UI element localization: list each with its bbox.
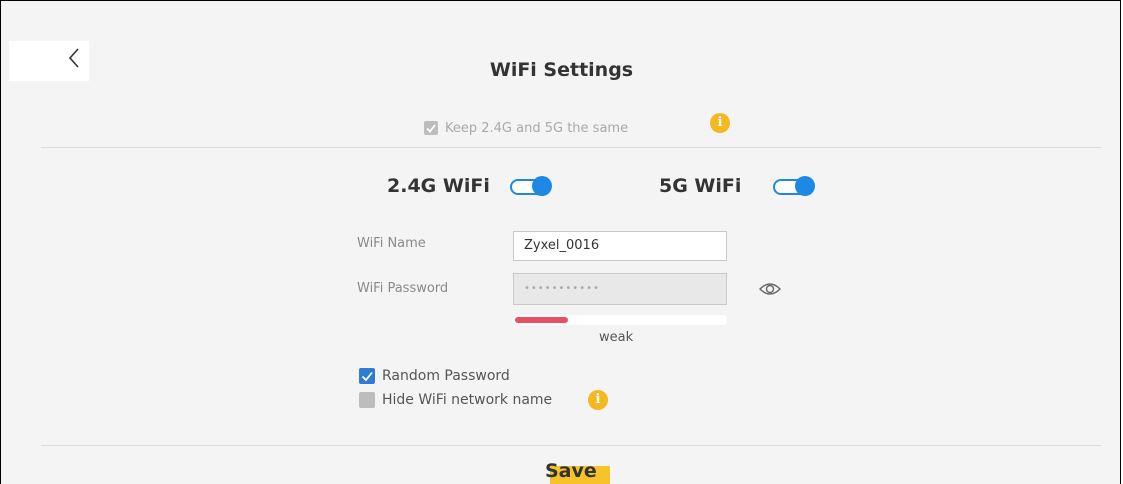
divider bbox=[41, 445, 1101, 446]
hide-network-name-label: Hide WiFi network name bbox=[382, 392, 553, 408]
wifi-password-label: WiFi Password bbox=[357, 281, 449, 296]
password-strength-bar bbox=[513, 315, 727, 325]
check-icon bbox=[361, 371, 373, 382]
eye-icon[interactable] bbox=[758, 279, 782, 299]
keep-same-label: Keep 2.4G and 5G the same bbox=[445, 120, 629, 136]
wifi-password-input[interactable]: ••••••••••• bbox=[513, 273, 727, 305]
random-password-checkbox[interactable] bbox=[359, 368, 375, 384]
toggle-knob bbox=[532, 176, 552, 196]
wifi-name-input[interactable]: Zyxel_0016 bbox=[513, 231, 727, 261]
info-icon[interactable]: i bbox=[588, 390, 608, 410]
password-strength-fill bbox=[515, 317, 568, 323]
check-icon bbox=[426, 124, 436, 133]
keep-same-checkbox-row[interactable]: Keep 2.4G and 5G the same bbox=[424, 118, 628, 138]
save-label: Save bbox=[545, 460, 597, 482]
band-5g-label: 5G WiFi bbox=[659, 175, 742, 197]
hide-network-name-checkbox[interactable] bbox=[359, 392, 375, 408]
band-5g-toggle[interactable] bbox=[773, 176, 819, 196]
band-24g-label: 2.4G WiFi bbox=[387, 175, 490, 197]
random-password-label: Random Password bbox=[382, 368, 510, 384]
band-24g-toggle[interactable] bbox=[510, 176, 556, 196]
wifi-settings-panel: WiFi Settings Keep 2.4G and 5G the same … bbox=[0, 0, 1121, 484]
keep-same-checkbox[interactable] bbox=[424, 121, 438, 135]
password-strength-label: weak bbox=[599, 330, 634, 345]
wifi-name-label: WiFi Name bbox=[357, 236, 426, 251]
hide-network-name-row[interactable]: Hide WiFi network name bbox=[359, 391, 552, 409]
info-icon[interactable]: i bbox=[710, 113, 730, 133]
toggle-knob bbox=[795, 176, 815, 196]
page-title: WiFi Settings bbox=[489, 59, 634, 81]
random-password-row[interactable]: Random Password bbox=[359, 367, 510, 385]
divider bbox=[41, 147, 1101, 148]
